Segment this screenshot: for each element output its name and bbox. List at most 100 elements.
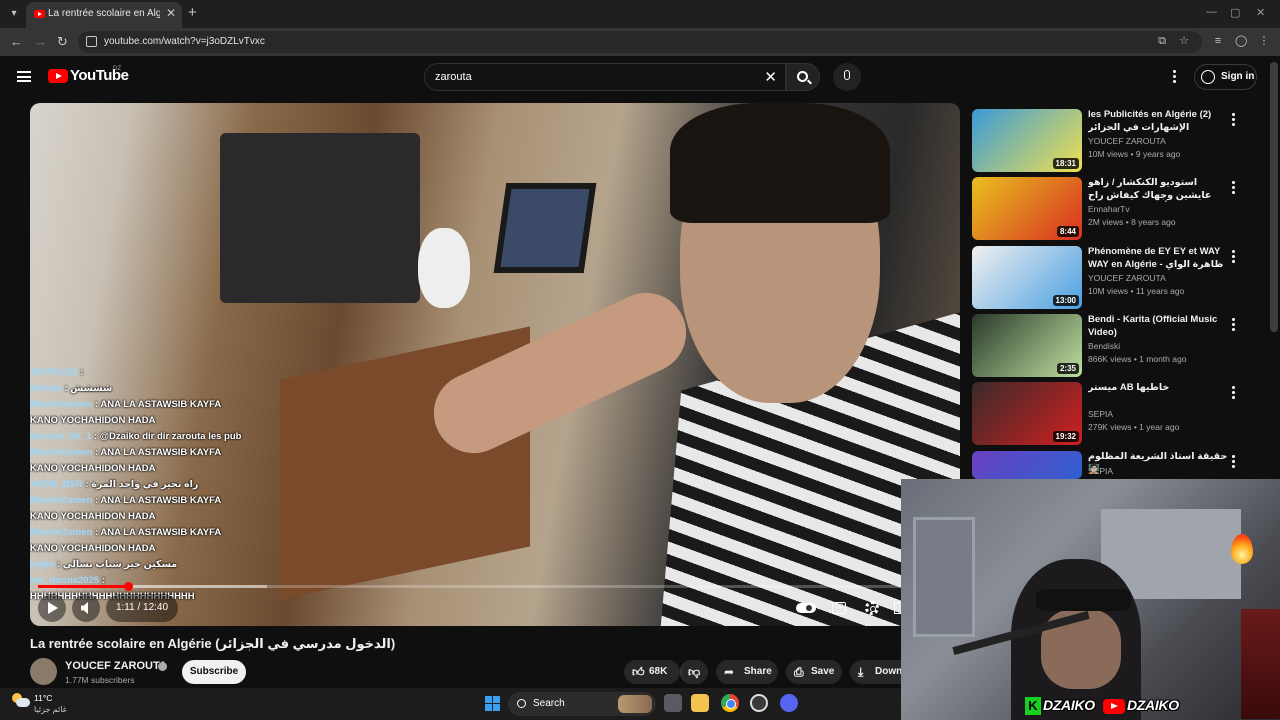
settings-menu-icon[interactable] <box>1173 70 1177 85</box>
recommendation-channel[interactable]: EnnaharTv <box>1088 204 1130 214</box>
media-controls-icon[interactable]: ≡ <box>1212 35 1224 47</box>
recommendation-item[interactable]: حقيقة استاذ الشريعة المظلوم 🧑🏻‍🏫 SEPIA <box>972 451 1262 479</box>
settings-gear-icon[interactable] <box>865 601 879 615</box>
channel-name[interactable]: YOUCEF ZAROUTA <box>65 660 167 672</box>
address-bar[interactable]: youtube.com/watch?v=j3oDZLvTvxc <box>78 31 1202 53</box>
search-button[interactable] <box>786 63 820 91</box>
download-button[interactable]: ⤓ Downl <box>850 660 905 684</box>
more-actions-icon[interactable] <box>1232 113 1236 128</box>
back-icon[interactable]: ← <box>10 34 23 49</box>
recommendation-title[interactable]: استوديو الكنكشار / زاهو عايشين وجهاك كيف… <box>1088 177 1228 202</box>
site-info-icon[interactable] <box>86 36 97 47</box>
channel-avatar[interactable] <box>30 658 57 685</box>
weather-description[interactable]: غائم جزئيا <box>34 705 67 714</box>
minimize-icon[interactable]: — <box>1206 6 1217 18</box>
maximize-icon[interactable]: ▢ <box>1230 6 1240 19</box>
recommendation-channel[interactable]: YOUCEF ZAROUTA <box>1088 136 1166 146</box>
search-query: zarouta <box>435 71 472 83</box>
sign-in-button[interactable]: Sign in <box>1194 64 1257 90</box>
file-explorer-icon[interactable] <box>691 694 709 712</box>
recommendation-meta: 10M views • 11 years ago <box>1088 286 1185 296</box>
progress-bar[interactable] <box>38 582 952 591</box>
recommendation-thumbnail[interactable]: 2:35 <box>972 314 1082 377</box>
flame-icon <box>1231 534 1253 564</box>
dislike-button[interactable]: 👎︎ <box>680 660 708 684</box>
tab-search-icon[interactable]: ▾ <box>6 5 22 23</box>
obs-icon[interactable] <box>750 694 768 712</box>
browser-menu-icon[interactable]: ⋮ <box>1258 35 1270 47</box>
share-button[interactable]: ➦ Share <box>716 660 778 684</box>
chat-username: dansou_hh_1 <box>30 431 92 442</box>
subtitles-icon[interactable]: CC <box>832 602 846 614</box>
autoplay-toggle[interactable] <box>796 603 816 613</box>
save-button[interactable]: ⎙ Save <box>786 660 842 684</box>
menu-icon[interactable] <box>17 71 31 82</box>
chat-username: Sirinea <box>30 383 62 394</box>
recommendation-channel[interactable]: YOUCEF ZAROUTA <box>1088 273 1166 283</box>
chat-text: : @Dzaiko dir dir zarouta les pub <box>93 431 242 442</box>
video-player[interactable]: 159753123 : Sirinea : شششش MimheOsmen : A… <box>30 103 960 626</box>
play-icon <box>48 602 58 614</box>
share-label: Share <box>744 666 772 677</box>
recommendation-item[interactable]: 8:44 استوديو الكنكشار / زاهو عايشين وجهاك… <box>972 177 1262 240</box>
task-view-icon[interactable] <box>664 694 682 712</box>
recommendation-item[interactable]: 2:35 Bendi - Karita (Official Music Video… <box>972 314 1262 377</box>
microphone-icon <box>844 70 850 80</box>
like-button[interactable]: 👍︎ 68K <box>624 660 680 684</box>
recommendation-thumbnail[interactable]: 13:00 <box>972 246 1082 309</box>
progress-scrubber[interactable] <box>123 582 133 591</box>
recommendation-title[interactable]: Bendi - Karita (Official Music Video) <box>1088 314 1228 339</box>
more-actions-icon[interactable] <box>1232 318 1236 333</box>
reload-icon[interactable]: ↻ <box>57 34 68 50</box>
page-scrollbar[interactable] <box>1270 62 1278 332</box>
video-frame-hair <box>670 103 890 223</box>
recommendation-item[interactable]: 13:00 Phénomène de EY EY et WAY WAY en Al… <box>972 246 1262 309</box>
clear-search-icon[interactable]: ✕ <box>764 68 777 86</box>
recommendation-thumbnail[interactable]: 8:44 <box>972 177 1082 240</box>
window-close-icon[interactable]: ✕ <box>1256 6 1265 19</box>
windows-start-icon[interactable] <box>485 696 500 711</box>
chat-message: dansou_hh_1 : @Dzaiko dir dir zarouta le… <box>30 429 250 445</box>
forward-icon[interactable]: → <box>34 34 47 49</box>
recommendation-title[interactable]: les Publicités en Algérie (2) الإشهارات … <box>1088 109 1228 134</box>
search-highlight-image <box>618 695 652 713</box>
tab-close-icon[interactable]: ✕ <box>166 6 176 20</box>
chat-username: MimheOsmen <box>30 447 93 458</box>
brand-name-right: DZAIKO <box>1127 697 1179 713</box>
save-icon: ⎙ <box>794 665 804 679</box>
youtube-logo-icon[interactable] <box>48 69 68 83</box>
recommendation-thumbnail[interactable]: 19:32 <box>972 382 1082 445</box>
taskbar-search[interactable]: Search <box>508 692 656 716</box>
play-button[interactable] <box>38 594 66 622</box>
recommendation-title[interactable]: Phénomène de EY EY et WAY WAY en Algérie… <box>1088 246 1228 271</box>
recommendation-channel[interactable]: SEPIA <box>1088 409 1113 419</box>
subscribe-button[interactable]: Subscribe <box>182 660 246 684</box>
recommendation-channel[interactable]: Bendiski <box>1088 341 1120 351</box>
more-actions-icon[interactable] <box>1232 386 1236 401</box>
mute-button[interactable] <box>72 594 100 622</box>
more-actions-icon[interactable] <box>1232 455 1236 470</box>
install-app-icon[interactable]: ⧉ <box>1156 35 1168 47</box>
weather-icon[interactable] <box>12 693 30 709</box>
recommendation-thumbnail[interactable]: 18:31 <box>972 109 1082 172</box>
new-tab-icon[interactable]: + <box>188 4 197 21</box>
webcam-bandana <box>1036 589 1131 611</box>
discord-icon[interactable] <box>780 694 798 712</box>
recommendation-title[interactable]: ميستر AB خاطيها <box>1088 382 1228 395</box>
recommendation-thumbnail[interactable] <box>972 451 1082 479</box>
browser-tab[interactable]: La rentrée scolaire en Algérie ( ✕ <box>26 2 182 28</box>
profile-icon[interactable]: ◯ <box>1235 35 1247 47</box>
voice-search-button[interactable] <box>833 63 861 91</box>
video-frame-tv <box>220 133 420 303</box>
recommendation-item[interactable]: 19:32 ميستر AB خاطيها SEPIA 279K views • 1 … <box>972 382 1262 445</box>
more-actions-icon[interactable] <box>1232 250 1236 265</box>
more-actions-icon[interactable] <box>1232 181 1236 196</box>
chrome-icon[interactable] <box>721 694 739 712</box>
recommendation-item[interactable]: 18:31 les Publicités en Algérie (2) الإشه… <box>972 109 1262 172</box>
recommendation-channel[interactable]: SEPIA <box>1088 466 1113 476</box>
sign-in-label: Sign in <box>1221 71 1255 82</box>
search-input[interactable]: zarouta ✕ <box>424 63 786 91</box>
weather-temperature[interactable]: 11°C <box>34 693 52 703</box>
brand-name-left: DZAIKO <box>1043 697 1095 713</box>
bookmark-star-icon[interactable]: ☆ <box>1178 35 1190 47</box>
